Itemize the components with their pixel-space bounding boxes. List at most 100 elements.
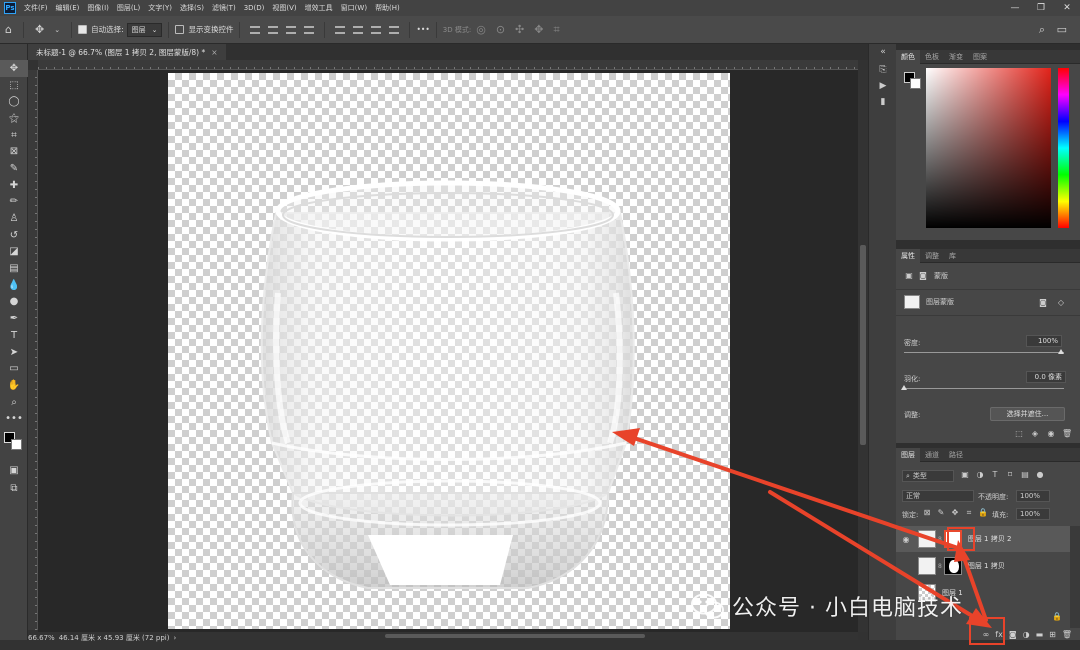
feather-input[interactable]: 0.0 像素 (1026, 371, 1066, 383)
eraser-tool-icon[interactable]: ◪ (0, 244, 28, 261)
tab-patterns[interactable]: 图案 (968, 50, 992, 64)
adjustment-filter-icon[interactable]: ◑ (975, 470, 985, 480)
menu-help[interactable]: 帮助(H) (375, 3, 400, 13)
menu-plugins[interactable]: 增效工具 (305, 3, 333, 13)
menu-3d[interactable]: 3D(D) (244, 4, 265, 12)
distribute-horizontal-icon[interactable] (389, 25, 400, 34)
adjustment-layer-icon[interactable]: ◑ (1023, 630, 1030, 639)
marquee-tool-icon[interactable]: ⬚ (0, 77, 28, 94)
opacity-input[interactable]: 100% (1016, 490, 1050, 502)
blur-tool-icon[interactable]: 💧 (0, 277, 28, 294)
canvas-workspace[interactable] (38, 70, 858, 632)
density-input[interactable]: 100% (1026, 335, 1062, 347)
show-transform-checkbox[interactable] (175, 25, 185, 34)
pixel-mask-icon[interactable]: ◙ (1038, 298, 1048, 308)
screen-mode-icon[interactable]: ⧉ (0, 480, 28, 497)
horizontal-ruler[interactable] (38, 60, 858, 70)
menu-file[interactable]: 文件(F) (24, 3, 48, 13)
smart-object-filter-icon[interactable]: ▤ (1020, 470, 1030, 480)
search-icon[interactable]: ⌕ (1039, 23, 1045, 37)
align-left-icon[interactable] (335, 25, 346, 34)
menu-view[interactable]: 视图(V) (272, 3, 296, 13)
restore-button[interactable]: ❐ (1028, 0, 1054, 16)
lock-pixels-icon[interactable]: ✎ (936, 508, 946, 518)
mask-icon[interactable]: ◙ (918, 271, 928, 281)
visibility-eye-icon[interactable]: ◉ (900, 562, 912, 571)
layer-row-copy[interactable]: ◉ 8 图层 1 拷贝 (896, 553, 1070, 579)
lock-all-icon[interactable]: 🔒 (978, 508, 988, 518)
auto-select-checkbox[interactable] (78, 25, 88, 34)
tab-color[interactable]: 颜色 (896, 49, 920, 64)
menu-type[interactable]: 文字(Y) (148, 3, 172, 13)
chevron-down-icon[interactable]: ⌄ (54, 26, 60, 34)
feather-slider[interactable] (904, 388, 1064, 389)
layer-name[interactable]: 图层 1 拷贝 (968, 561, 1005, 571)
type-filter-icon[interactable]: T (990, 470, 1000, 480)
lock-artboard-icon[interactable]: ⌗ (964, 508, 974, 518)
type-tool-icon[interactable]: T (0, 327, 28, 344)
vector-mask-icon[interactable]: ◇ (1056, 298, 1066, 308)
layer-thumbnail[interactable] (918, 530, 936, 548)
3d-roll-icon[interactable]: ⊙ (496, 23, 505, 36)
vertical-scrollbar[interactable] (858, 70, 868, 632)
align-top-icon[interactable] (250, 25, 261, 34)
menu-select[interactable]: 选择(S) (180, 3, 204, 13)
tab-swatches[interactable]: 色板 (920, 50, 944, 64)
pixel-filter-icon[interactable]: ▣ (960, 470, 970, 480)
document-canvas[interactable] (168, 73, 730, 629)
density-slider-handle[interactable] (1058, 349, 1064, 354)
history-icon[interactable]: ⎘ (869, 62, 897, 78)
auto-select-target-dropdown[interactable]: 图层 ⌄ (126, 22, 163, 37)
scrollbar-thumb[interactable] (860, 245, 866, 445)
lasso-tool-icon[interactable]: ◯ (0, 93, 28, 110)
select-and-mask-button[interactable]: 选择并遮住... (990, 407, 1065, 421)
lock-transparency-icon[interactable]: ⊠ (922, 508, 932, 518)
color-background-swatch[interactable] (910, 78, 921, 89)
apply-mask-icon[interactable]: ◈ (1030, 429, 1040, 439)
3d-scale-icon[interactable]: ⌗ (553, 23, 559, 37)
3d-pan-icon[interactable]: ✣ (515, 23, 524, 36)
visibility-icon[interactable]: ◉ (1046, 429, 1056, 439)
align-right-icon[interactable] (371, 25, 382, 34)
brush-tool-icon[interactable]: ✏ (0, 194, 28, 211)
actions-play-icon[interactable]: ▶ (869, 78, 897, 94)
hue-slider[interactable] (1058, 68, 1069, 228)
delete-layer-icon[interactable]: 🗑 (1062, 630, 1072, 639)
magic-wand-tool-icon[interactable]: ⚝ (0, 110, 28, 127)
menu-edit[interactable]: 编辑(E) (56, 3, 80, 13)
fill-input[interactable]: 100% (1016, 508, 1050, 520)
tab-channels[interactable]: 通道 (920, 448, 944, 462)
mask-link-icon[interactable]: 8 (938, 563, 942, 570)
layer-style-icon[interactable]: fx (995, 630, 1003, 639)
home-icon[interactable]: ⌂ (5, 23, 12, 36)
density-slider[interactable] (904, 352, 1064, 353)
tab-layers[interactable]: 图层 (896, 447, 920, 462)
tab-properties[interactable]: 属性 (896, 248, 920, 263)
horizontal-scrollbar[interactable] (180, 632, 858, 640)
background-color-swatch[interactable] (11, 439, 22, 450)
align-bottom-icon[interactable] (286, 25, 297, 34)
path-selection-tool-icon[interactable]: ➤ (0, 344, 28, 361)
layer-filter-dropdown[interactable]: ⌕ 类型 (902, 470, 954, 482)
close-window-button[interactable]: ✕ (1054, 0, 1080, 16)
quick-mask-icon[interactable]: ▣ (0, 462, 28, 479)
delete-mask-icon[interactable]: 🗑 (1062, 429, 1072, 439)
layer-thumbnail[interactable] (918, 557, 936, 575)
link-layers-icon[interactable]: ∞ (983, 630, 990, 639)
filter-toggle-icon[interactable]: ● (1035, 470, 1045, 480)
more-options-button[interactable]: ••• (416, 25, 429, 34)
rectangle-tool-icon[interactable]: ▭ (0, 360, 28, 377)
vertical-ruler[interactable] (28, 70, 38, 630)
status-menu-arrow[interactable]: › (173, 634, 176, 642)
collapse-icon[interactable]: « (869, 44, 897, 60)
scrollbar-thumb[interactable] (385, 634, 645, 638)
add-mask-icon[interactable]: ◙ (1009, 630, 1017, 639)
history-brush-tool-icon[interactable]: ↺ (0, 227, 28, 244)
tab-libraries[interactable]: 库 (944, 249, 961, 263)
minimize-button[interactable]: — (1002, 0, 1028, 16)
feather-slider-handle[interactable] (901, 385, 907, 390)
zoom-tool-icon[interactable]: ⌕ (0, 394, 28, 411)
hand-tool-icon[interactable]: ✋ (0, 377, 28, 394)
menu-window[interactable]: 窗口(W) (341, 3, 367, 13)
clone-stamp-tool-icon[interactable]: ♙ (0, 210, 28, 227)
